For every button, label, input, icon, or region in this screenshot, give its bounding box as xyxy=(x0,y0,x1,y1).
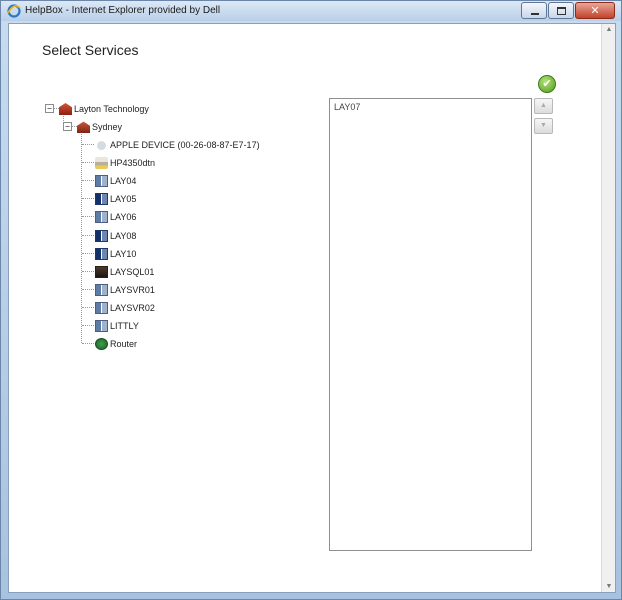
ok-button[interactable]: ✔ xyxy=(538,75,556,93)
tree-node-label: LAY06 xyxy=(110,212,137,222)
scroll-up-arrow-icon[interactable]: ▲ xyxy=(604,26,614,33)
computer-dark-icon xyxy=(95,193,108,205)
tree-node-label: Sydney xyxy=(92,122,123,132)
tree-node-device[interactable]: LAY06 xyxy=(95,210,136,224)
tree-node-label: LAYSQL01 xyxy=(110,267,155,277)
computer-dark-icon xyxy=(95,248,108,260)
tree-node-device[interactable]: HP4350dtn xyxy=(95,156,155,170)
tree-node-label: LAY08 xyxy=(110,231,137,241)
collapse-toggle-site[interactable]: − xyxy=(63,122,72,131)
tree-node-label: APPLE DEVICE (00-26-08-87-E7-17) xyxy=(110,140,260,150)
tree-connector xyxy=(82,235,94,236)
tree-connector xyxy=(82,198,94,199)
internet-explorer-icon xyxy=(7,4,21,18)
tree-node-device[interactable]: LAY05 xyxy=(95,192,136,206)
minimize-icon xyxy=(531,13,539,15)
tree-node-device[interactable]: LAY10 xyxy=(95,247,136,261)
computer-dark-icon xyxy=(95,230,108,242)
apple-device-icon xyxy=(95,139,108,151)
tree-node-device[interactable]: LAYSVR01 xyxy=(95,283,155,297)
computer-icon xyxy=(95,284,108,296)
maximize-button[interactable] xyxy=(548,2,574,19)
tree-node-site[interactable]: Sydney xyxy=(77,120,122,134)
selected-services-list[interactable]: LAY07 xyxy=(329,98,532,551)
server-icon xyxy=(95,266,108,278)
tree-connector xyxy=(82,253,94,254)
move-down-button[interactable]: ▼ xyxy=(534,118,553,134)
tree-node-label: LAYSVR01 xyxy=(110,285,155,295)
tree-node-root[interactable]: Layton Technology xyxy=(59,102,149,116)
tree-node-device[interactable]: LITTLY xyxy=(95,319,139,333)
window-title: HelpBox - Internet Explorer provided by … xyxy=(25,5,221,16)
tree-connector xyxy=(82,144,94,145)
collapse-toggle-root[interactable]: − xyxy=(45,104,54,113)
tree-node-device[interactable]: LAY04 xyxy=(95,174,136,188)
window-controls: ✕ xyxy=(520,2,615,19)
tree-node-device[interactable]: LAYSVR02 xyxy=(95,301,155,315)
page-content: Select Services ✔ − Layton Technology − … xyxy=(8,23,616,593)
list-item[interactable]: LAY07 xyxy=(334,102,360,112)
tree-node-label: Layton Technology xyxy=(74,104,149,114)
computer-icon xyxy=(95,320,108,332)
browser-window: HelpBox - Internet Explorer provided by … xyxy=(0,0,622,600)
router-icon xyxy=(95,338,108,350)
site-icon xyxy=(77,121,90,133)
printer-icon xyxy=(95,157,108,169)
tree-connector xyxy=(82,271,94,272)
tree-node-device[interactable]: APPLE DEVICE (00-26-08-87-E7-17) xyxy=(95,138,260,152)
tree-node-label: LAY10 xyxy=(110,249,137,259)
scroll-down-arrow-icon[interactable]: ▼ xyxy=(604,583,614,590)
tree-connector xyxy=(82,216,94,217)
tree-connector xyxy=(82,289,94,290)
tree-node-device[interactable]: LAYSQL01 xyxy=(95,265,154,279)
tree-node-device[interactable]: Router xyxy=(95,337,137,351)
tree-connector xyxy=(82,180,94,181)
tree-node-label: Router xyxy=(110,339,138,349)
minimize-button[interactable] xyxy=(521,2,547,19)
title-bar[interactable]: HelpBox - Internet Explorer provided by … xyxy=(1,1,621,21)
computer-icon xyxy=(95,175,108,187)
service-tree: − Layton Technology − Sydney APPLE DEVIC… xyxy=(45,99,325,359)
tree-connector xyxy=(82,162,94,163)
tree-connector xyxy=(82,307,94,308)
close-button[interactable]: ✕ xyxy=(575,2,615,19)
page-title: Select Services xyxy=(42,42,139,58)
computer-icon xyxy=(95,211,108,223)
tree-node-label: LAY04 xyxy=(110,176,137,186)
organization-icon xyxy=(59,103,72,115)
tree-node-device[interactable]: LAY08 xyxy=(95,229,136,243)
computer-icon xyxy=(95,302,108,314)
maximize-icon xyxy=(557,7,566,15)
tree-node-label: LAYSVR02 xyxy=(110,303,155,313)
move-up-button[interactable]: ▲ xyxy=(534,98,553,114)
tree-connector xyxy=(82,343,94,344)
tree-connector xyxy=(82,325,94,326)
close-icon: ✕ xyxy=(590,4,600,17)
tree-node-label: HP4350dtn xyxy=(110,158,156,168)
tree-node-label: LITTLY xyxy=(110,321,139,331)
vertical-scrollbar[interactable]: ▲ ▼ xyxy=(601,24,615,592)
tree-node-label: LAY05 xyxy=(110,194,137,204)
